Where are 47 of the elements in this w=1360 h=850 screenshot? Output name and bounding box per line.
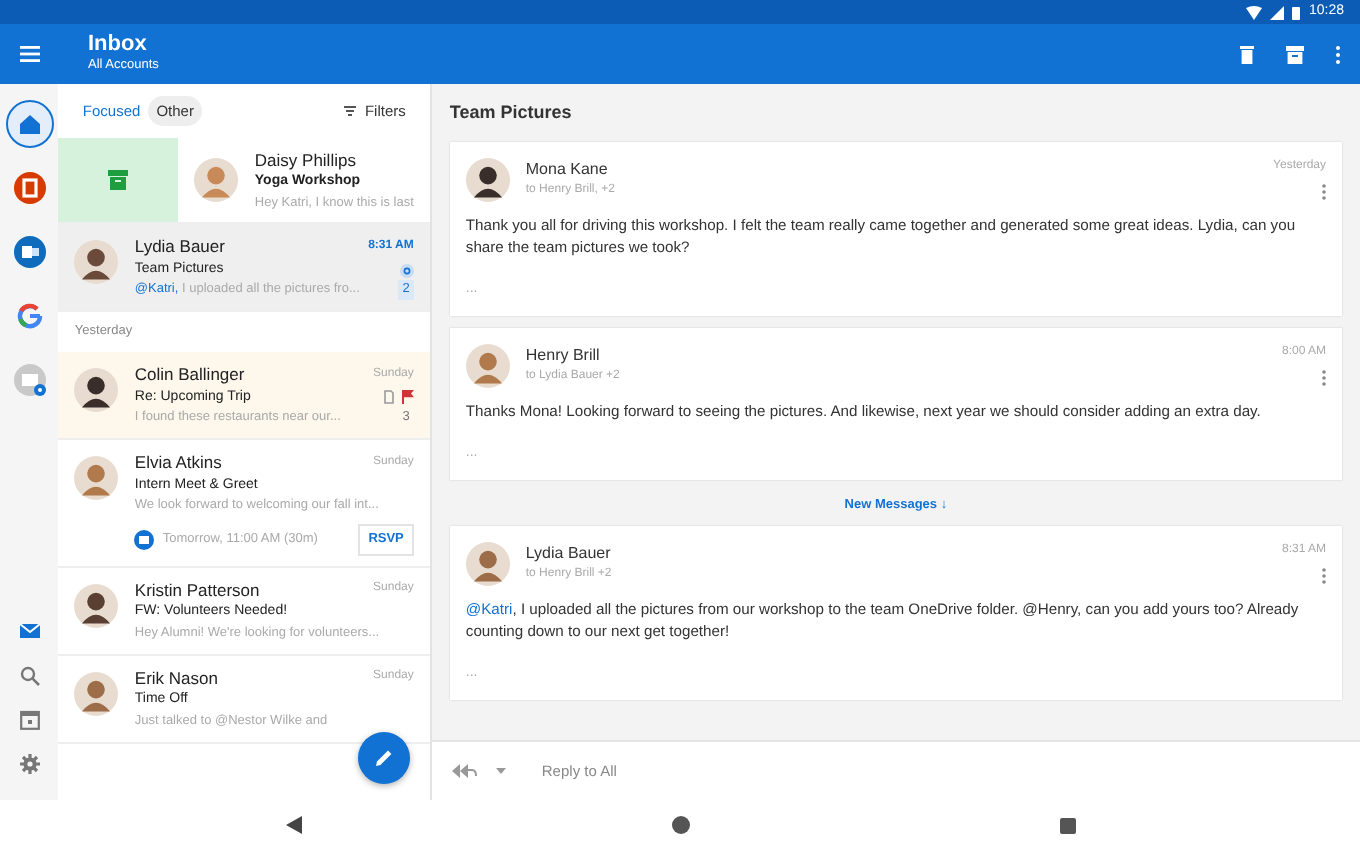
signal-icon <box>1270 5 1285 19</box>
sender-name: Colin Ballinger <box>134 361 245 387</box>
avatar-icon <box>74 583 119 627</box>
settings-icon[interactable] <box>19 754 40 774</box>
avatar-icon <box>74 671 119 715</box>
home-button-icon[interactable] <box>671 816 689 834</box>
google-icon <box>13 300 46 332</box>
archive-icon <box>108 170 129 190</box>
sender-name: Erik Nason <box>134 665 218 691</box>
mail-icon[interactable] <box>19 622 40 642</box>
calendar-icon <box>134 529 155 550</box>
pencil-icon <box>373 748 394 768</box>
menu-icon[interactable] <box>20 46 40 62</box>
avatar-icon <box>74 455 119 500</box>
account-button[interactable] <box>5 100 54 148</box>
sender-name: Elvia Atkins <box>134 449 222 475</box>
sender-name: Lydia Bauer <box>134 234 225 260</box>
recents-icon[interactable] <box>1059 817 1075 833</box>
attachment-icon <box>383 390 394 405</box>
avatar-icon <box>465 541 510 586</box>
avatar-icon <box>465 157 510 201</box>
thread-title: Team Pictures <box>447 100 574 126</box>
outlook-icon <box>13 236 46 268</box>
wifi-icon <box>1246 5 1263 19</box>
avatar-icon <box>74 240 119 284</box>
caret-icon[interactable] <box>495 768 506 774</box>
inbox-title: Inbox <box>88 32 149 57</box>
battery-icon <box>1292 5 1301 19</box>
archive-action[interactable] <box>58 138 179 222</box>
back-icon[interactable] <box>285 816 301 834</box>
avatar-icon <box>74 367 119 412</box>
avatar-icon <box>465 344 510 389</box>
sender-name: Lydia Bauer <box>525 541 613 566</box>
archive-icon[interactable] <box>1286 45 1304 63</box>
sender-name: Kristin Patterson <box>134 577 260 603</box>
calendar-icon[interactable] <box>19 710 40 730</box>
search-icon[interactable] <box>19 666 40 686</box>
filter-icon <box>344 104 357 118</box>
avatar-icon <box>194 158 239 202</box>
sender-name: Mona Kane <box>525 157 610 181</box>
office-icon <box>13 172 46 204</box>
delete-icon[interactable] <box>1240 45 1254 63</box>
sender-name: Daisy Phillips <box>254 147 358 173</box>
compose-button[interactable] <box>357 732 410 784</box>
sender-name: Henry Brill <box>525 344 602 369</box>
reply-all-icon[interactable] <box>451 764 480 778</box>
add-account-icon <box>13 364 46 396</box>
